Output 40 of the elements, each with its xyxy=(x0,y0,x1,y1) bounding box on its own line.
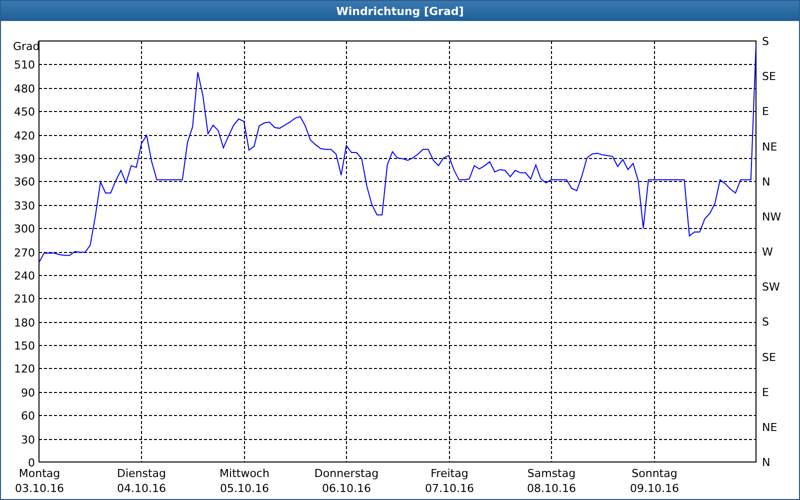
compass-direction-label: S xyxy=(762,316,769,329)
compass-direction-label: NE xyxy=(762,420,778,434)
y-tick-label: 240 xyxy=(14,270,35,282)
compass-direction-label: S xyxy=(762,35,769,48)
x-tick-label: Samstag 08.10.16 xyxy=(527,467,576,495)
x-tick-label: Mittwoch 05.10.16 xyxy=(220,467,270,495)
compass-direction-label: N xyxy=(762,175,770,188)
compass-direction-label: E xyxy=(762,386,769,399)
y-tick-label: 120 xyxy=(14,362,35,376)
y-tick-label: 420 xyxy=(14,130,35,142)
y-tick-label: 180 xyxy=(14,316,35,330)
x-tick-label: Montag 03.10.16 xyxy=(15,467,64,495)
compass-direction-label: E xyxy=(762,105,769,118)
x-tick-label: Freitag 07.10.16 xyxy=(425,467,474,495)
y-tick-label: 60 xyxy=(21,410,35,422)
y-tick-label: 510 xyxy=(14,58,35,72)
y-tick-label: 330 xyxy=(14,200,35,212)
compass-direction-label: SE xyxy=(762,350,776,364)
y-tick-label: 150 xyxy=(14,340,35,352)
y-tick-label: 300 xyxy=(14,222,35,236)
compass-direction-label: NE xyxy=(762,140,778,154)
y-tick-label: 450 xyxy=(14,106,35,118)
y-tick-label: 480 xyxy=(14,82,35,96)
y-tick-label: 210 xyxy=(14,292,35,306)
y-tick-label: 270 xyxy=(14,246,35,260)
x-tick-label: Donnerstag 06.10.16 xyxy=(314,467,379,495)
compass-direction-label: N xyxy=(762,456,770,469)
y-tick-label: 90 xyxy=(21,386,35,400)
y-tick-label: 0 xyxy=(28,456,35,470)
x-tick-label: Dienstag 04.10.16 xyxy=(116,467,166,495)
y-tick-label: 390 xyxy=(14,152,35,166)
y-tick-label: 360 xyxy=(14,176,35,188)
y-axis-title: Grad xyxy=(13,40,40,53)
x-tick-label: Sonntag 09.10.16 xyxy=(630,467,679,495)
compass-direction-label: SW xyxy=(762,280,780,294)
window-title: Windrichtung [Grad] xyxy=(336,4,464,18)
compass-direction-label: W xyxy=(762,246,773,258)
compass-direction-label: NW xyxy=(762,210,782,224)
compass-direction-label: SE xyxy=(762,70,776,84)
y-tick-label: 30 xyxy=(21,434,35,446)
